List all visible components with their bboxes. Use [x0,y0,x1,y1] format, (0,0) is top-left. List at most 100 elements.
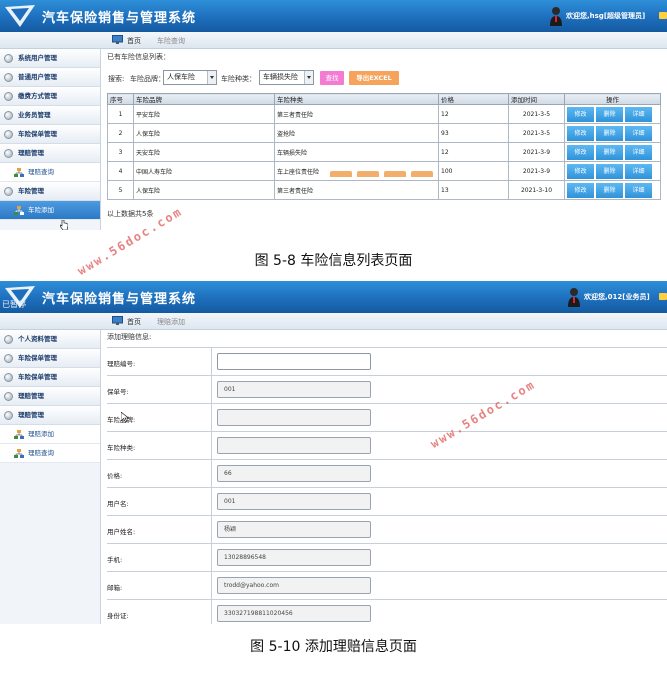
cell-actions: 修改 删除 详细 [564,161,661,181]
bullet-icon [4,149,13,158]
screenshot-car-insurance-list: 汽车保险销售与管理系统 欢迎您,hsg[超级管理员] 首页 车险查询 系统用户管… [0,0,667,230]
sidebar-item-salesmen[interactable]: 业务员管理 [0,106,100,125]
brand-select[interactable]: 人保车险 [163,70,217,85]
field-input[interactable] [217,353,371,370]
edit-button[interactable]: 修改 [567,145,594,160]
nav-home-link[interactable]: 首页 [127,36,141,46]
sidebar-subitem-claim-query[interactable]: 理赔查询 [0,444,100,463]
field-input[interactable]: 66 [217,465,371,482]
field-input[interactable]: 001 [217,381,371,398]
form-row: 车险品牌: [107,403,667,431]
pager-button[interactable] [330,171,352,177]
sidebar-item-payment-methods[interactable]: 缴费方式管理 [0,87,100,106]
nav-current-tab[interactable]: 理赔添加 [157,317,185,327]
search-button[interactable]: 查找 [320,71,344,85]
cell-actions: 修改 删除 详细 [564,180,661,200]
monitor-icon [112,316,123,325]
logo-icon [5,5,35,27]
sidebar-item-claims-2[interactable]: 理赔管理 [0,406,100,425]
field-label: 邮箱: [107,584,123,592]
column-divider [211,460,212,487]
detail-button[interactable]: 详细 [625,126,652,141]
pager-button[interactable] [357,171,379,177]
nav-current-tab[interactable]: 车险查询 [157,36,185,46]
sidebar-item-normal-users[interactable]: 普通用户管理 [0,68,100,87]
pager-button[interactable] [384,171,406,177]
detail-button[interactable]: 详细 [625,183,652,198]
tree-icon [14,206,24,215]
sidebar-item-claims[interactable]: 理赔管理 [0,144,100,163]
field-label: 车险种类: [107,444,136,452]
edit-button[interactable]: 修改 [567,164,594,179]
edit-button[interactable]: 修改 [567,126,594,141]
tree-icon [14,449,24,458]
sidebar-subitem-add-claim[interactable]: 理赔添加 [0,425,100,444]
logout-icon[interactable] [659,12,667,19]
sidebar-item-label: 车险保单管理 [18,373,57,381]
sidebar-item-profile[interactable]: 个人资料管理 [0,330,100,349]
table-row: 1 平安车险 第三者责任险 12 2021-3-5 修改 删除 详细 [107,104,661,124]
export-excel-button[interactable]: 导出EXCEL [349,71,399,85]
bullet-icon [4,187,13,196]
field-input[interactable] [217,409,371,426]
detail-button[interactable]: 详细 [625,145,652,160]
detail-button[interactable]: 详细 [625,107,652,122]
sidebar-item-car-insurance[interactable]: 车险管理 [0,182,100,201]
field-input[interactable]: 330327198811020456 [217,605,371,622]
sidebar-item-policies[interactable]: 车险保单管理 [0,349,100,368]
sidebar-item-label: 缴费方式管理 [18,92,57,100]
sidebar-item-policies-2[interactable]: 车险保单管理 [0,368,100,387]
cell-actions: 修改 删除 详细 [564,123,661,143]
claim-form: 理赔编号: 保单号: 001 车险品牌: 车险种类: 价格: 66 用户名: 001 用户姓名: 杨… [107,347,667,624]
cell-id: 4 [107,161,134,181]
brand-label: 车险品牌： [130,75,165,83]
edit-button[interactable]: 修改 [567,183,594,198]
hand-cursor-icon [60,220,68,230]
column-divider [211,600,212,624]
column-divider [211,348,212,375]
column-header: 价格 [438,93,509,105]
cell-type: 第三者责任险 [274,180,439,200]
pager-button[interactable] [411,171,433,177]
column-divider [211,544,212,571]
delete-button[interactable]: 删除 [596,164,623,179]
table-row: 2 人保车险 盗抢险 93 2021-3-5 修改 删除 详细 [107,123,661,143]
sidebar-item-label: 理赔管理 [18,149,44,157]
field-input[interactable]: 杨颖 [217,521,371,538]
monitor-icon [112,35,123,44]
record-count: 以上数据共5条 [107,210,154,218]
logout-icon[interactable] [659,293,667,300]
table-header-row: 序号 车险品牌 车险种类 价格 添加时间 操作 [107,93,661,105]
delete-button[interactable]: 删除 [596,145,623,160]
cell-brand: 平安车险 [133,104,275,124]
chevron-down-icon [207,71,216,84]
sidebar-item-system-users[interactable]: 系统用户管理 [0,49,100,68]
form-row: 理赔编号: [107,347,667,375]
bullet-icon [4,335,13,344]
field-input[interactable]: trodd@yahoo.com [217,577,371,594]
sidebar-item-claims[interactable]: 理赔管理 [0,387,100,406]
delete-button[interactable]: 删除 [596,107,623,122]
app-title: 汽车保险销售与管理系统 [42,292,197,307]
field-input[interactable]: 13028896548 [217,549,371,566]
column-header: 序号 [107,93,134,105]
field-input[interactable] [217,437,371,454]
type-select[interactable]: 车辆损失险 [259,70,314,85]
bullet-icon [4,111,13,120]
sidebar-item-label: 理赔查询 [28,449,54,457]
delete-button[interactable]: 删除 [596,183,623,198]
column-divider [211,404,212,431]
edit-button[interactable]: 修改 [567,107,594,122]
sidebar-subitem-add-insurance[interactable]: 车险添加 [0,201,100,220]
bullet-icon [4,92,13,101]
delete-button[interactable]: 删除 [596,126,623,141]
detail-button[interactable]: 详细 [625,164,652,179]
search-filter-bar: 搜索: 车险品牌： 人保车险 车险种类： 车辆损失险 查找 导出EXCEL [107,70,667,86]
field-label: 手机: [107,556,123,564]
sidebar-subitem-claim-query[interactable]: 理赔查询 [0,163,100,182]
current-user-label: 欢迎您,012[业务员] [584,293,650,301]
field-input[interactable]: 001 [217,493,371,510]
nav-home-link[interactable]: 首页 [127,317,141,327]
sidebar-item-policies[interactable]: 车险保单管理 [0,125,100,144]
figure-caption-2: 图 5-10 添加理赔信息页面 [250,639,417,655]
